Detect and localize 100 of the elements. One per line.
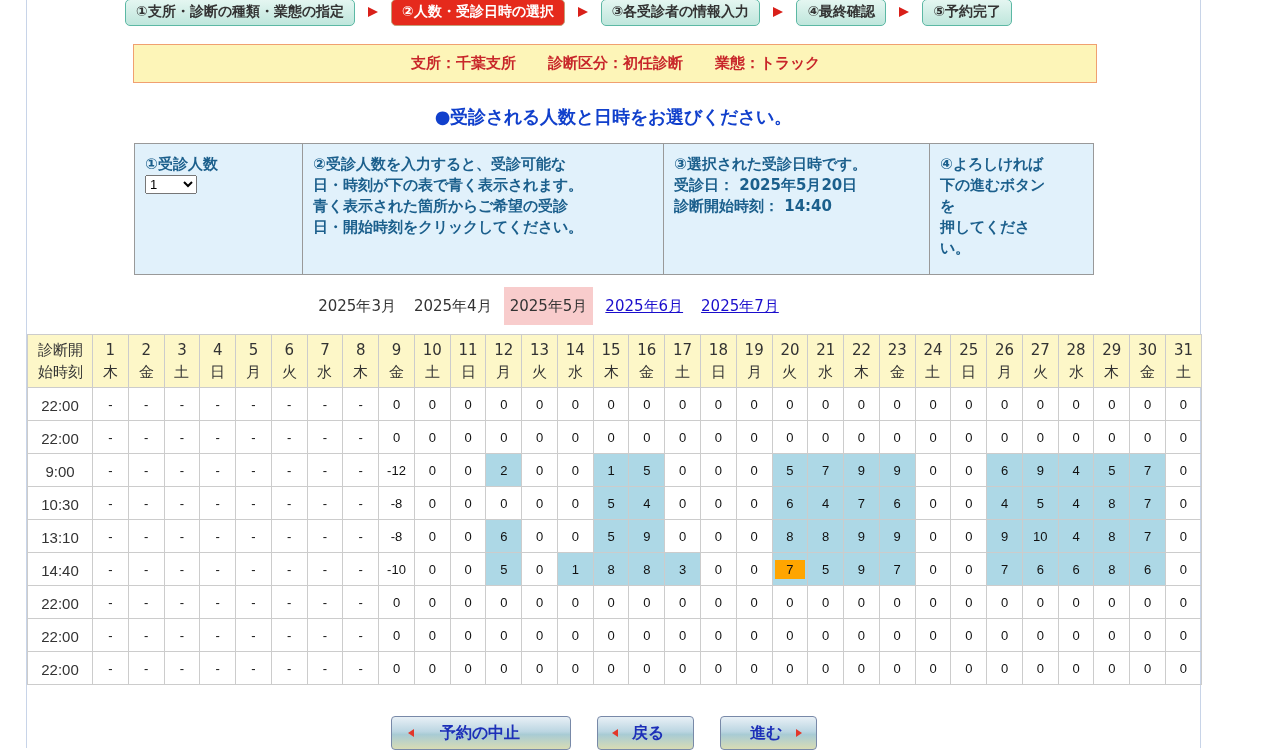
table-cell: 0 [736,585,773,619]
table-cell: 0 [378,651,415,685]
table-cell: - [235,486,272,520]
table-cell: 0 [879,585,916,619]
table-cell: - [271,519,308,553]
table-cell: 0 [807,618,844,652]
month-label: 2025年5月 [503,287,594,325]
table-cell: 0 [629,387,665,421]
table-cell: 0 [807,420,844,454]
table-cell: 0 [414,387,451,421]
selected-slot[interactable]: 7 [774,559,805,579]
step-label: ①支所・診断の種類・業態の指定 [124,0,355,26]
table-cell: 0 [485,651,522,685]
table-cell: - [342,420,379,454]
table-cell: - [199,651,236,685]
table-cell: 0 [450,585,486,619]
table-cell: - [164,585,200,619]
column-header: 診断開 始時刻 [27,334,93,388]
table-cell: 0 [378,585,415,619]
info-text: 診断区分：初任診断 [547,54,683,73]
time-cell: 10:30 [27,486,93,520]
table-cell: - [92,618,129,652]
table-cell: 0 [700,420,737,454]
table-cell: 0 [629,585,665,619]
table-cell: 0 [736,486,773,520]
table-cell: - [164,519,200,553]
table-cell: - [164,486,200,520]
table-cell: - [235,585,272,619]
step-label: ②人数・受診日時の選択 [390,0,565,26]
table-cell: 0 [772,420,808,454]
table-cell: 0 [700,618,737,652]
day-header: 10 土 [414,334,451,388]
table-cell: - [199,519,236,553]
table-cell: 0 [700,453,737,487]
table-cell: 0 [450,486,486,520]
table-cell: - [199,453,236,487]
table-cell: 0 [378,387,415,421]
table-cell: 0 [950,618,987,652]
table-cell: 0 [736,618,773,652]
arrow-right-icon [576,6,589,18]
table-cell: - [307,420,343,454]
time-cell: 13:10 [27,519,93,553]
day-header: 26 月 [986,334,1023,388]
time-cell: 22:00 [27,651,93,685]
table-cell: 0 [629,420,665,454]
day-header: 29 木 [1093,334,1130,388]
table-cell: - [128,651,165,685]
table-cell: 0 [950,552,987,586]
table-cell: 0 [485,618,522,652]
table-cell: 0 [772,651,808,685]
table-cell: 0 [557,585,594,619]
step-label: ⑤予約完了 [922,0,1013,26]
table-cell: 0 [1165,618,1202,652]
table-cell: 0 [700,519,737,553]
table-cell: - [128,552,165,586]
month-label: 2025年4月 [412,295,493,317]
table-cell: 0 [450,651,486,685]
table-cell: 0 [843,387,880,421]
table-cell: - [235,519,272,553]
table-cell: - [307,618,343,652]
table-cell: 0 [1058,387,1094,421]
day-header: 18 日 [700,334,737,388]
table-cell: 0 [664,519,701,553]
table-cell: 0 [450,420,486,454]
day-header: 28 水 [1058,334,1094,388]
nav-button[interactable]: 進む [719,716,817,750]
nav-button[interactable]: 戻る [596,716,694,750]
table-cell: - [342,387,379,421]
table-cell: 0 [521,585,558,619]
table-cell: 0 [557,420,594,454]
table-cell: - [307,486,343,520]
table-cell: - [235,651,272,685]
info-text: 支所：千葉支所 [410,54,516,73]
table-cell: - [199,420,236,454]
day-header: 24 土 [915,334,951,388]
table-cell: 0 [1058,651,1094,685]
table-cell: - [128,519,165,553]
nav-button[interactable]: 予約の中止 [390,716,571,750]
table-cell: 0 [736,651,773,685]
table-cell: 0 [450,552,486,586]
table-cell: 0 [986,387,1023,421]
table-cell: 0 [915,552,951,586]
table-cell: - [235,618,272,652]
table-cell: 0 [736,453,773,487]
count-select[interactable]: 1 [145,175,197,194]
step-label: ③各受診者の情報入力 [600,0,761,26]
selection-text: ③選択された受診日時です。 受診日： 2025年5月20日 診断開始時刻： 14:40 [674,154,868,217]
table-cell: 0 [915,486,951,520]
day-header: 12 月 [485,334,522,388]
table-cell: 0 [485,420,522,454]
month-link[interactable]: 2025年6月 [599,287,690,325]
table-cell: 0 [450,387,486,421]
table-cell: 0 [378,420,415,454]
table-cell: - [199,486,236,520]
month-label: 2025年3月 [317,295,397,317]
table-cell: - [342,519,379,553]
table-cell: 0 [843,420,880,454]
month-link[interactable]: 2025年7月 [695,287,785,325]
table-cell: 0 [772,585,808,619]
proceed-text: ④よろしければ 下の進むボタン を 押してくださ い。 [940,154,1046,259]
